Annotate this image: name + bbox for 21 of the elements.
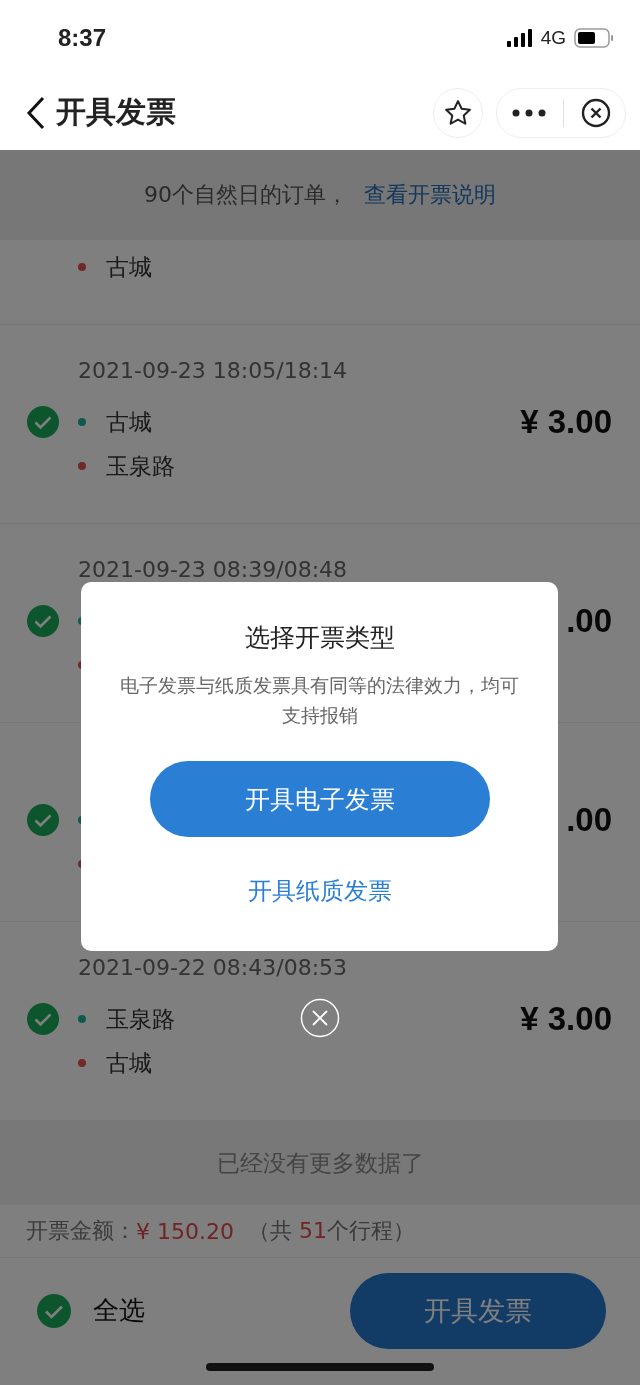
trip-price: .00 [566,801,612,839]
total-amount: ¥ 150.20 [136,1218,234,1244]
trip-price: ¥ 3.00 [520,403,612,441]
dialog-description: 电子发票与纸质发票具有同等的法律效力，均可支持报销 [119,673,520,728]
trip-price: ¥ 3.00 [520,1000,612,1038]
dialog-title: 选择开票类型 [244,622,395,654]
trip-time: 2021-09-23 18:05/18:14 [78,358,349,384]
trip-count-text: （共 51个行程） [247,1217,415,1245]
stop-name: 古城 [106,407,152,437]
network-label: 4G [540,26,566,49]
trip-price: .00 [566,602,612,640]
stop-name: 玉泉路 [106,1004,175,1034]
trip-time: 2021-09-23 08:39/08:48 [78,557,349,583]
stop-name: 古城 [106,1048,152,1078]
stop-name: 玉泉路 [106,451,175,481]
notice-text: 90个自然日的订单， [144,181,348,209]
trip-time: 2021-09-22 08:43/08:53 [78,955,349,981]
status-time: 8:37 [58,23,107,52]
total-label: 开票金额： [26,1217,136,1245]
stop-name: 古城 [106,252,152,282]
page-title: 开具发票 [56,93,177,131]
